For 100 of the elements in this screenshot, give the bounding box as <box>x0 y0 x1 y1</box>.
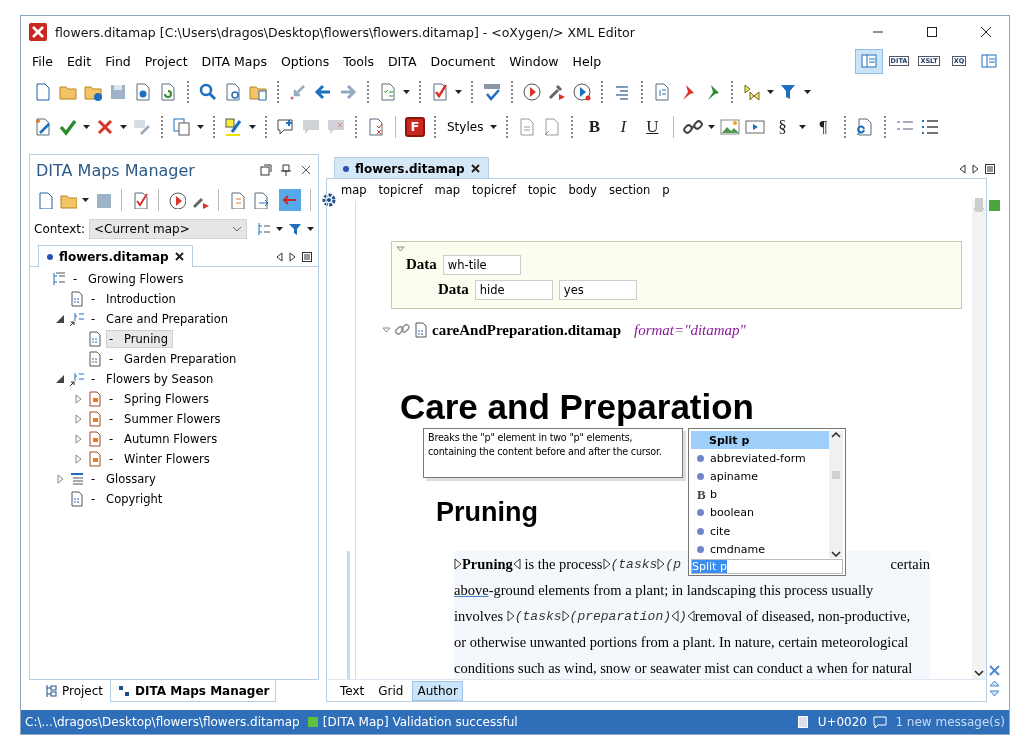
data-field[interactable]: wh-tile <box>442 254 521 275</box>
completion-item[interactable]: Split p <box>691 431 829 450</box>
expanded-toggle-icon[interactable] <box>56 375 64 383</box>
comment-add-icon[interactable] <box>276 116 296 137</box>
review-page-icon[interactable] <box>366 116 386 137</box>
dropdown-caret-icon[interactable] <box>455 89 462 94</box>
collapsed-toggle-icon[interactable] <box>56 474 64 484</box>
dropdown-caret-icon[interactable] <box>249 124 256 129</box>
validate-page-icon[interactable] <box>430 81 450 102</box>
spellcheck-icon[interactable] <box>482 81 502 102</box>
tree-item[interactable]: - Spring Flowers <box>106 390 214 408</box>
mode-tab[interactable]: Author <box>412 680 463 701</box>
dropdown-caret-icon[interactable] <box>83 124 90 129</box>
mode-tab[interactable]: Grid <box>373 680 409 701</box>
completion-item[interactable]: cite <box>691 521 829 541</box>
completion-item[interactable]: abbreviated-form <box>691 449 829 468</box>
data-field[interactable]: hide <box>474 279 553 300</box>
play-icon[interactable] <box>522 81 542 102</box>
breadcrumb-item[interactable]: topicref <box>472 183 517 197</box>
pin-icon[interactable] <box>280 164 292 176</box>
tree-item[interactable]: - Glossary <box>88 470 161 488</box>
restore-icon[interactable] <box>260 164 272 176</box>
tree-item[interactable]: - Summer Flowers <box>106 410 226 428</box>
dropdown-caret-icon[interactable] <box>490 124 498 129</box>
editor-tab[interactable]: flowers.ditamap <box>334 157 489 179</box>
dropdown-caret-icon[interactable] <box>767 89 774 94</box>
collapsed-toggle-icon[interactable] <box>74 434 82 444</box>
breadcrumb-item[interactable]: topicref <box>378 183 423 197</box>
collapse-toggle-icon[interactable] <box>382 327 391 333</box>
tree-item[interactable]: - Winter Flowers <box>106 450 215 468</box>
tree-item[interactable]: - Pruning <box>106 330 173 348</box>
list-icon[interactable] <box>985 164 995 174</box>
breadcrumb-item[interactable]: map <box>341 183 367 197</box>
scrollbar-thumb[interactable] <box>975 198 983 212</box>
message-icon[interactable] <box>873 716 888 728</box>
format-button[interactable]: B <box>582 114 607 139</box>
new-file-icon[interactable] <box>36 191 54 209</box>
menu-item[interactable]: File <box>25 53 60 69</box>
validate-page-icon[interactable] <box>131 191 149 209</box>
compare-triangles-icon[interactable] <box>742 81 762 102</box>
filter-icon[interactable] <box>287 221 303 237</box>
messages-count[interactable]: 1 new message(s) <box>895 715 1005 729</box>
scroll-down-icon[interactable] <box>831 551 841 559</box>
panel-tab[interactable]: Project <box>37 680 111 702</box>
styles-dropdown[interactable]: Styles <box>445 119 486 134</box>
app-logo-icon[interactable] <box>29 23 47 41</box>
data-field[interactable]: yes <box>558 279 637 300</box>
menu-item[interactable]: Tools <box>336 53 381 69</box>
scroll-down-icon[interactable] <box>974 670 984 677</box>
find-in-files-icon[interactable] <box>223 81 243 102</box>
next-icon[interactable] <box>289 252 296 262</box>
menu-item[interactable]: Document <box>423 53 503 69</box>
collapse-toggle-icon[interactable] <box>396 246 405 252</box>
menu-item[interactable]: Options <box>273 53 337 69</box>
tree-item[interactable]: - Garden Preparation <box>106 350 242 368</box>
tree-item[interactable]: - Growing Flowers <box>70 270 189 288</box>
web-page-icon[interactable] <box>133 81 153 102</box>
completion-item[interactable]: apiname <box>691 467 829 486</box>
tree-item[interactable]: - Care and Preparation <box>88 310 234 328</box>
collapsed-toggle-icon[interactable] <box>74 414 82 424</box>
tree-item[interactable]: - Autumn Flowers <box>106 430 223 448</box>
dropdown-caret-icon[interactable] <box>403 89 410 94</box>
tree-item[interactable]: - Copyright <box>88 490 168 508</box>
dropdown-caret-icon[interactable] <box>804 89 811 94</box>
format-button[interactable]: U <box>640 114 665 139</box>
copy-pages-icon[interactable] <box>172 116 192 137</box>
breadcrumb-item[interactable]: body <box>568 183 597 197</box>
section-button[interactable]: § <box>770 114 795 139</box>
menu-item[interactable]: Find <box>98 53 138 69</box>
map-tab[interactable]: flowers.ditamap <box>38 245 193 267</box>
breadcrumb-item[interactable]: p <box>662 183 670 197</box>
breadcrumb-item[interactable]: topic <box>528 183 557 197</box>
page-export-icon[interactable] <box>251 191 269 209</box>
menu-item[interactable]: DITA Maps <box>194 53 274 69</box>
breadcrumb-item[interactable]: map <box>434 183 461 197</box>
tree-item[interactable]: - Introduction <box>88 290 181 308</box>
menu-item[interactable]: Window <box>502 53 566 69</box>
edit-page-icon[interactable] <box>33 116 53 137</box>
list-icon[interactable] <box>302 252 312 262</box>
menu-item[interactable]: DITA <box>381 53 424 69</box>
page-tree-icon[interactable] <box>228 191 246 209</box>
completion-item[interactable]: cmdname <box>691 540 829 559</box>
checklist-page-icon[interactable] <box>378 81 398 102</box>
collapsed-toggle-icon[interactable] <box>74 394 82 404</box>
panel-tab[interactable]: DITA Maps Manager <box>110 680 277 702</box>
dropdown-caret-icon[interactable] <box>307 227 314 231</box>
settings-icon[interactable] <box>320 191 338 209</box>
highlighter-icon[interactable] <box>224 116 244 137</box>
scrollbar-thumb[interactable] <box>832 470 840 479</box>
menu-item[interactable]: Edit <box>59 53 99 69</box>
context-dropdown[interactable]: <Current map> <box>89 219 248 239</box>
debug-play-icon[interactable] <box>572 81 592 102</box>
dropdown-caret-icon[interactable] <box>120 124 127 129</box>
previous-icon[interactable] <box>959 164 966 174</box>
close-icon[interactable] <box>174 252 184 261</box>
dropdown-caret-icon[interactable] <box>708 124 716 129</box>
tree-item[interactable]: - Flowers by Season <box>88 370 219 388</box>
search-icon[interactable] <box>198 81 218 102</box>
mode-tab[interactable]: Text <box>335 680 370 701</box>
completion-item[interactable]: boolean <box>691 503 829 522</box>
